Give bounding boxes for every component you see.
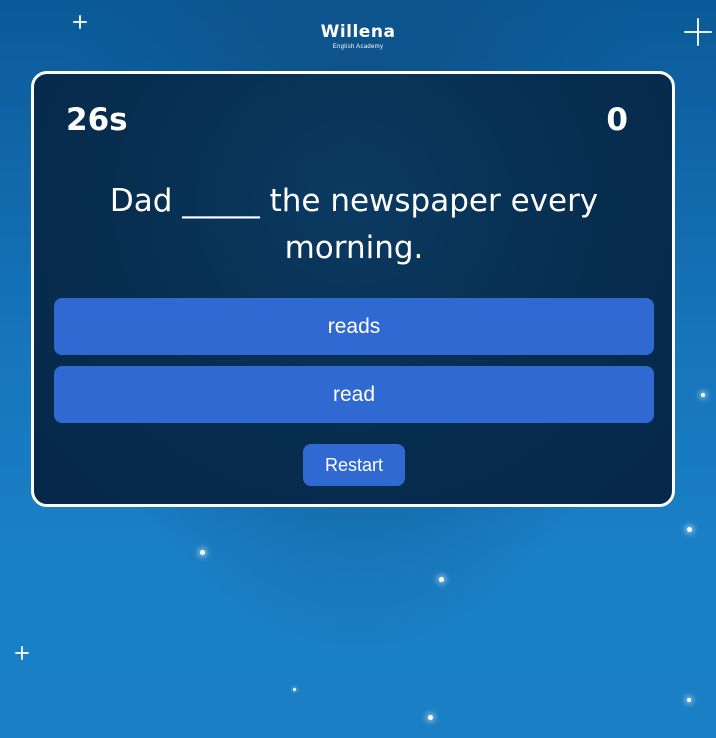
timer-display: 26s: [66, 102, 128, 138]
question-text: Dad _____ the newspaper every morning.: [109, 183, 599, 266]
star-decoration: [687, 527, 692, 532]
answer-option-read[interactable]: read: [54, 366, 654, 423]
star-decoration: [687, 698, 691, 702]
quiz-card: 26s 0 Dad _____ the newspaper every morn…: [31, 71, 675, 507]
star-decoration: [439, 577, 444, 582]
star-decoration: [200, 550, 205, 555]
logo-subtitle: English Academy: [332, 44, 384, 50]
restart-button[interactable]: Restart: [303, 444, 405, 486]
logo-name: Willena: [320, 22, 396, 42]
star-decoration: [428, 715, 433, 720]
star-decoration: [293, 688, 296, 691]
score-display: 0: [606, 102, 628, 138]
star-decoration: [701, 393, 705, 397]
answer-option-reads[interactable]: reads: [54, 298, 654, 355]
academy-logo: Willena English Academy: [0, 22, 716, 51]
